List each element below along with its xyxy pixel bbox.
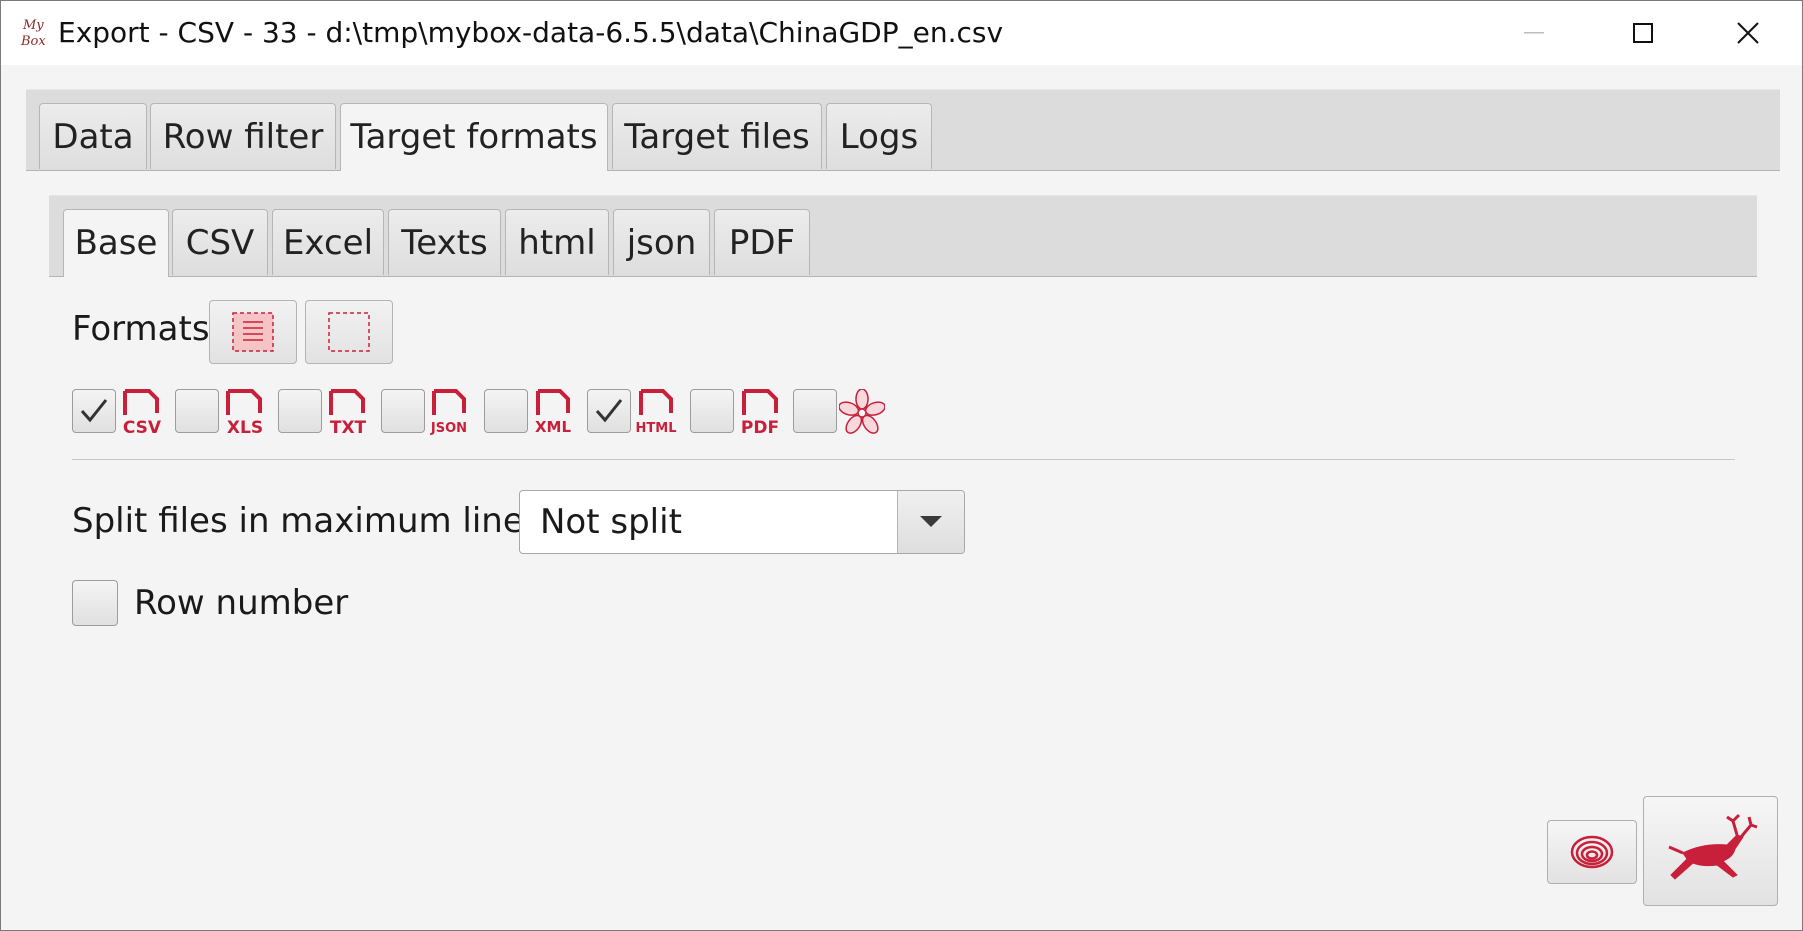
html-file-icon: HTML	[636, 389, 677, 435]
image-format-checkbox[interactable]	[793, 389, 837, 433]
maximize-button[interactable]	[1593, 1, 1693, 65]
xls-checkbox[interactable]	[175, 389, 219, 433]
tab-target-files[interactable]: Target files	[612, 103, 822, 169]
title-bar[interactable]: My Box Export - CSV - 33 - d:\tmp\mybox-…	[1, 1, 1802, 65]
minimize-button[interactable]	[1484, 1, 1584, 65]
json-file-icon: JSON	[430, 389, 467, 435]
tab-row-filter[interactable]: Row filter	[150, 103, 336, 169]
split-lines-label: Split files in maximum lines	[72, 501, 542, 541]
xml-checkbox[interactable]	[484, 389, 528, 433]
flower-icon	[839, 389, 885, 434]
start-export-button[interactable]	[1643, 796, 1778, 906]
spiral-icon	[1570, 835, 1614, 869]
select-all-button[interactable]	[209, 300, 297, 364]
select-none-button[interactable]	[305, 300, 393, 364]
maximize-icon	[1633, 23, 1653, 43]
svg-text:Box: Box	[20, 34, 46, 49]
html-checkbox[interactable]	[587, 389, 631, 433]
subtab-base[interactable]: Base	[63, 209, 169, 277]
close-button[interactable]	[1698, 1, 1798, 65]
row-number-label: Row number	[134, 583, 349, 623]
svg-text:PDF: PDF	[741, 418, 779, 435]
subtab-texts[interactable]: Texts	[388, 209, 501, 275]
export-window: My Box Export - CSV - 33 - d:\tmp\mybox-…	[0, 0, 1803, 931]
tab-data[interactable]: Data	[39, 103, 147, 169]
mybox-app-icon: My Box	[20, 18, 46, 49]
xls-file-icon: XLS	[226, 389, 263, 435]
subtab-pdf[interactable]: PDF	[714, 209, 810, 275]
check-icon	[595, 399, 623, 423]
svg-text:JSON: JSON	[430, 421, 467, 435]
close-icon	[1737, 22, 1759, 44]
svg-text:TXT: TXT	[330, 418, 367, 435]
split-lines-value: Not split	[540, 502, 682, 542]
svg-text:HTML: HTML	[636, 421, 677, 435]
separator	[72, 459, 1735, 460]
svg-text:My: My	[22, 18, 44, 33]
subtab-json[interactable]: json	[613, 209, 710, 275]
combobox-arrow-button[interactable]	[897, 491, 964, 553]
tab-logs[interactable]: Logs	[826, 103, 932, 169]
txt-file-icon: TXT	[329, 389, 367, 435]
csv-checkbox[interactable]	[72, 389, 116, 433]
subtab-excel[interactable]: Excel	[272, 209, 384, 275]
pdf-file-icon: PDF	[741, 389, 779, 435]
chevron-down-icon	[920, 516, 942, 527]
check-icon	[80, 399, 108, 423]
svg-text:XML: XML	[535, 418, 571, 435]
row-number-checkbox[interactable]	[72, 580, 118, 626]
select-none-icon	[328, 312, 370, 352]
select-all-icon	[232, 312, 274, 352]
svg-text:XLS: XLS	[227, 418, 263, 435]
txt-checkbox[interactable]	[278, 389, 322, 433]
svg-text:CSV: CSV	[123, 418, 162, 435]
tab-target-formats[interactable]: Target formats	[340, 103, 608, 171]
pdf-checkbox[interactable]	[690, 389, 734, 433]
minimize-icon	[1524, 32, 1544, 34]
split-lines-combobox[interactable]: Not split	[519, 490, 965, 554]
running-deer-icon	[1667, 813, 1757, 880]
subtab-csv[interactable]: CSV	[172, 209, 268, 275]
window-title: Export - CSV - 33 - d:\tmp\mybox-data-6.…	[58, 16, 1004, 49]
csv-file-icon: CSV	[123, 389, 162, 435]
formats-label: Formats	[72, 309, 210, 349]
json-checkbox[interactable]	[381, 389, 425, 433]
xml-file-icon: XML	[535, 389, 571, 435]
history-button[interactable]	[1547, 820, 1637, 884]
subtab-html[interactable]: html	[505, 209, 609, 275]
